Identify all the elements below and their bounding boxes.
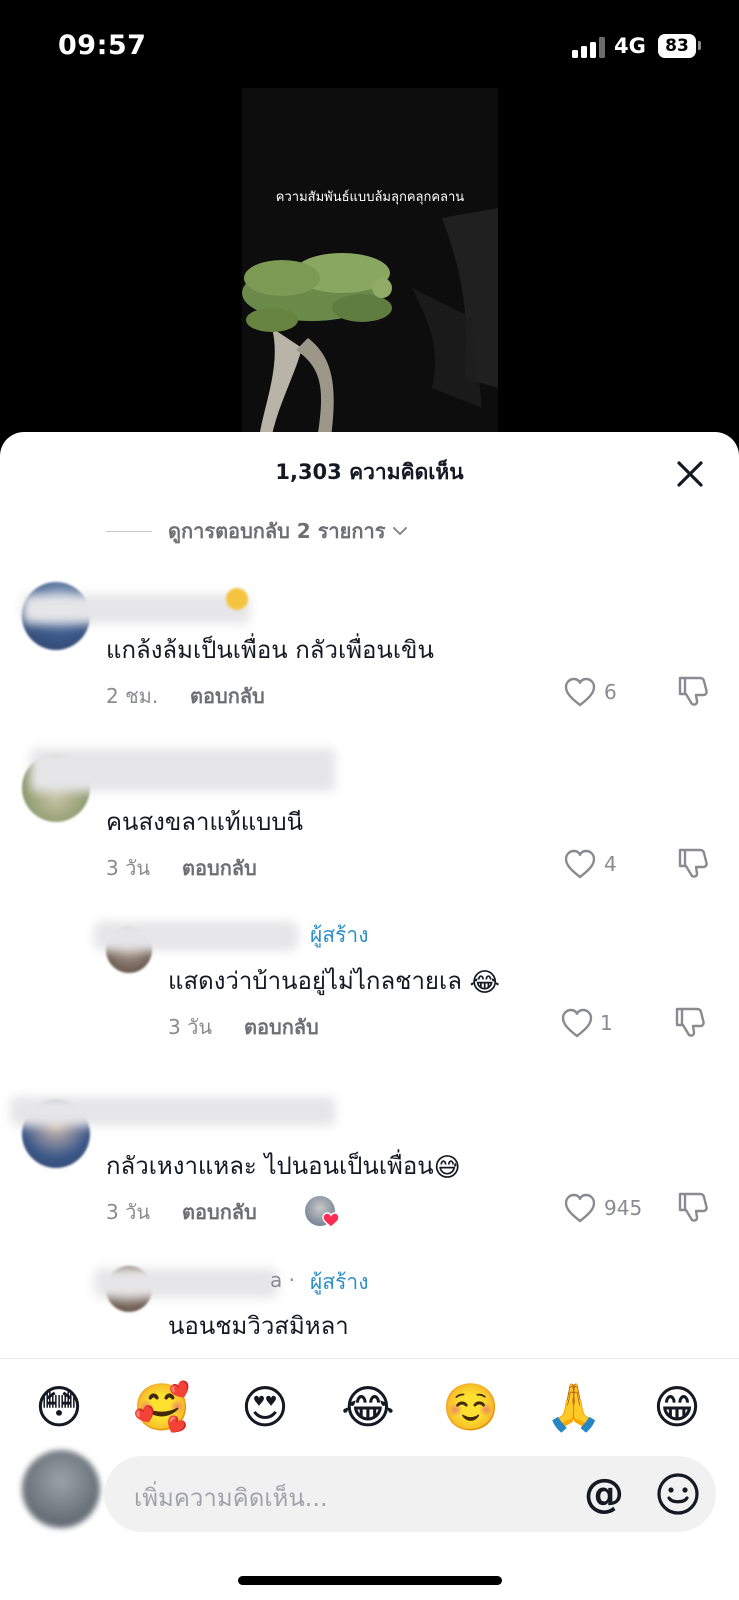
chevron-down-icon bbox=[393, 527, 408, 535]
status-time: 09:57 bbox=[58, 30, 147, 61]
like-count: 945 bbox=[604, 1196, 643, 1220]
sweat-smile-emoji: 😅 bbox=[433, 1153, 461, 1183]
emoji-quick-bar: 😳 🥰 😍 😂 ☺️ 🙏 😁 bbox=[0, 1358, 739, 1448]
mention-button[interactable]: @ bbox=[580, 1470, 628, 1518]
video-caption: ความสัมพันธ์แบบล้มลุกคลุกคลาน bbox=[275, 190, 465, 205]
comment-text: นอนชมวิวสมิหลา bbox=[168, 1312, 349, 1340]
reply-button[interactable]: ตอบกลับ bbox=[182, 852, 257, 884]
username-blurred[interactable] bbox=[94, 921, 298, 951]
grin-emoji-button[interactable]: 😁 bbox=[647, 1377, 707, 1437]
username-blurred[interactable] bbox=[10, 1096, 336, 1126]
creator-liked-heart-icon bbox=[322, 1212, 340, 1228]
close-button[interactable] bbox=[670, 454, 710, 494]
video-tree-image bbox=[242, 88, 498, 445]
comment-text-body: กลัวเหงาแหละ ไปนอนเป็นเพื่อน bbox=[106, 1152, 434, 1180]
joy-emoji-button[interactable]: 😂 bbox=[338, 1377, 398, 1437]
comment-text: แสดงว่าบ้านอยู่ไม่ไกลชายเล 😂 bbox=[168, 961, 500, 1000]
heart-icon[interactable] bbox=[563, 1192, 597, 1224]
reply-button[interactable]: ตอบกลับ bbox=[244, 1011, 319, 1043]
dislike-icon[interactable] bbox=[673, 1005, 707, 1039]
heart-icon[interactable] bbox=[560, 1007, 594, 1039]
username-blurred[interactable] bbox=[30, 748, 336, 792]
comment-time: 2 ชม. bbox=[106, 684, 159, 708]
comments-count-title: 1,303 ความคิดเห็น bbox=[275, 460, 464, 484]
comment-input[interactable]: เพิ่มความคิดเห็น... @ bbox=[104, 1456, 716, 1532]
battery-icon: 83 bbox=[658, 34, 696, 58]
view-replies-label: ดูการตอบกลับ 2 รายการ bbox=[168, 519, 386, 543]
comment-input-bar: เพิ่มความคิดเห็น... @ bbox=[0, 1448, 739, 1600]
flushed-emoji-button[interactable]: 😳 bbox=[29, 1377, 89, 1437]
my-avatar bbox=[22, 1450, 100, 1528]
relaxed-emoji-button[interactable]: ☺️ bbox=[441, 1377, 501, 1437]
reply-button[interactable]: ตอบกลับ bbox=[182, 1196, 257, 1228]
heart-icon[interactable] bbox=[563, 676, 597, 708]
video-frame[interactable]: ความสัมพันธ์แบบล้มลุกคลุกคลาน bbox=[242, 88, 498, 445]
badge-icon bbox=[226, 588, 248, 610]
home-indicator bbox=[238, 1576, 502, 1585]
comment-time: 3 วัน bbox=[106, 1200, 150, 1224]
divider-line bbox=[106, 530, 152, 532]
view-replies-button[interactable]: ดูการตอบกลับ 2 รายการ bbox=[106, 516, 409, 546]
comment-time: 3 วัน bbox=[168, 1015, 212, 1039]
battery-tip bbox=[698, 41, 701, 50]
laughing-emoji: 😂 bbox=[469, 968, 500, 998]
comment-text: แกล้งล้มเป็นเพื่อน กลัวเพื่อนเขิน bbox=[106, 636, 434, 664]
heart-eyes-emoji-button[interactable]: 😍 bbox=[235, 1377, 295, 1437]
dislike-icon[interactable] bbox=[676, 1190, 710, 1224]
creator-tag: ผู้สร้าง bbox=[310, 923, 369, 947]
like-count: 4 bbox=[604, 852, 617, 876]
comment-text: กลัวเหงาแหละ ไปนอนเป็นเพื่อน😅 bbox=[106, 1146, 461, 1185]
username-blurred[interactable] bbox=[94, 1268, 278, 1298]
reply-button[interactable]: ตอบกลับ bbox=[190, 680, 265, 712]
status-bar: 09:57 4G 83 bbox=[0, 0, 739, 92]
username-blurred[interactable] bbox=[22, 594, 250, 624]
smiling-hearts-emoji-button[interactable]: 🥰 bbox=[132, 1377, 192, 1437]
comment-time: 3 วัน bbox=[106, 856, 150, 880]
comment-placeholder: เพิ่มความคิดเห็น... bbox=[134, 1484, 328, 1512]
dislike-icon[interactable] bbox=[676, 674, 710, 708]
dislike-icon[interactable] bbox=[676, 846, 710, 880]
like-count: 1 bbox=[600, 1011, 613, 1035]
heart-icon[interactable] bbox=[563, 848, 597, 880]
close-icon bbox=[677, 461, 703, 487]
creator-tag: ผู้สร้าง bbox=[310, 1270, 369, 1294]
like-count: 6 bbox=[604, 680, 617, 704]
battery-level: 83 bbox=[665, 36, 689, 56]
username-suffix: a · bbox=[270, 1268, 295, 1292]
signal-icon bbox=[572, 36, 606, 58]
emoji-picker-icon[interactable] bbox=[654, 1470, 702, 1518]
network-type: 4G bbox=[614, 34, 646, 58]
pray-emoji-button[interactable]: 🙏 bbox=[544, 1377, 604, 1437]
comment-text: คนสงขลาแท้แบบนี bbox=[106, 808, 304, 836]
comment-text-body: แสดงว่าบ้านอยู่ไม่ไกลชายเล bbox=[168, 967, 462, 995]
